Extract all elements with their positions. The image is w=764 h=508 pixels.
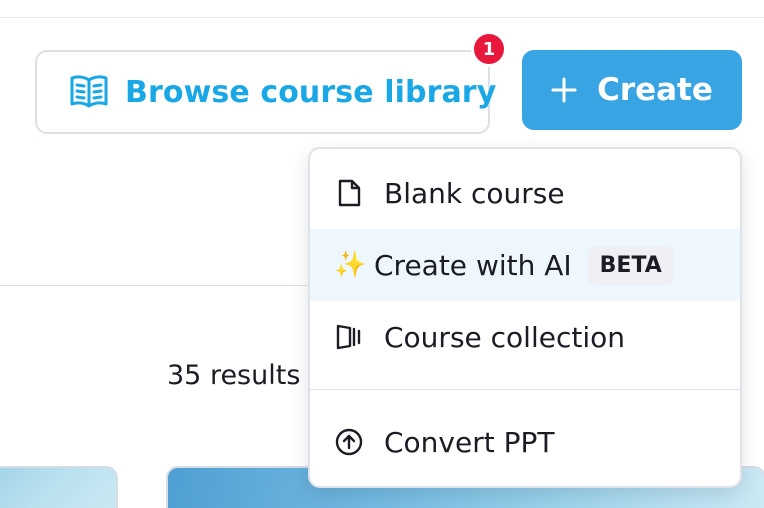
- menu-item-label: Create with AI: [374, 248, 572, 282]
- page: Browse course library 1 Create 35 result…: [0, 0, 764, 508]
- plus-icon: [551, 77, 577, 103]
- open-book-icon: [70, 75, 108, 108]
- file-icon: [338, 179, 361, 207]
- collection-icon: [336, 324, 361, 350]
- menu-divider: [310, 389, 740, 390]
- browse-course-library-button[interactable]: Browse course library: [35, 50, 496, 134]
- menu-item-label: Convert PPT: [384, 425, 555, 459]
- create-button[interactable]: Create: [522, 50, 742, 130]
- menu-item-label: Course collection: [384, 320, 625, 354]
- menu-item-blank-course[interactable]: Blank course: [310, 157, 740, 229]
- beta-badge: BETA: [587, 245, 674, 285]
- menu-item-convert-ppt[interactable]: Convert PPT: [310, 406, 740, 478]
- notification-badge: 1: [471, 31, 507, 67]
- course-card-thumbnail[interactable]: [0, 466, 118, 508]
- menu-item-course-collection[interactable]: Course collection: [310, 301, 740, 373]
- top-divider: [0, 17, 764, 18]
- create-label: Create: [597, 72, 713, 108]
- browse-course-library-label: Browse course library: [125, 74, 497, 110]
- menu-item-create-with-ai[interactable]: ✨ Create with AI BETA: [310, 229, 740, 301]
- upload-circle-icon: [335, 428, 363, 456]
- menu-item-label: Blank course: [384, 176, 565, 210]
- create-dropdown-menu: Blank course ✨ Create with AI BETA Cours…: [308, 147, 742, 488]
- results-count: 35 results: [167, 360, 301, 391]
- section-divider: [0, 285, 320, 286]
- sparkles-icon: ✨: [334, 250, 367, 280]
